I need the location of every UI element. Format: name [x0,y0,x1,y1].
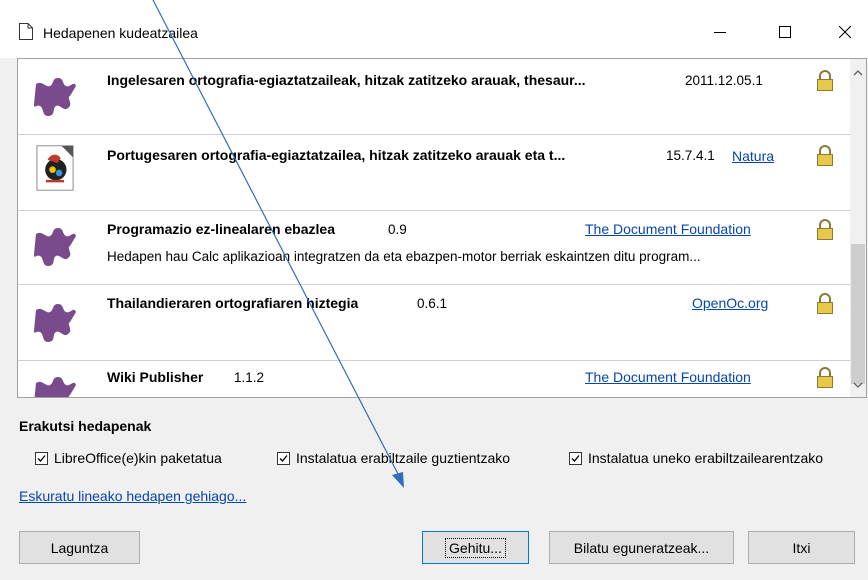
extension-publisher-link[interactable]: Natura [732,148,774,164]
filter-current-user-label: Instalatua uneko erabiltzailearentzako [588,450,824,466]
document-icon [19,23,33,40]
close-icon [839,26,851,38]
rooster-icon [36,145,74,191]
checkmark-icon [37,454,46,462]
help-button[interactable]: Laguntza [19,531,140,564]
extension-list[interactable]: Ingelesaren ortografia-egiaztatzaileak, … [17,58,867,398]
get-more-extensions-link[interactable]: Eskuratu lineako hedapen gehiago... [19,488,246,504]
extension-version: 15.7.4.1 [666,148,715,163]
extension-name: Wiki Publisher [107,369,204,385]
chevron-down-icon [853,382,863,388]
checkbox[interactable] [569,451,582,465]
filter-all-users-label: Instalatua erabiltzaile guztientzako [296,450,511,466]
extension-version: 0.9 [388,222,407,237]
extension-row[interactable]: Portugesaren ortografia-egiaztatzailea, … [18,135,851,211]
close-button-label: Itxi [792,539,811,556]
extension-publisher-link[interactable]: The Document Foundation [585,221,751,237]
scroll-up-button[interactable] [850,65,866,81]
extension-publisher-link[interactable]: OpenOc.org [692,295,768,311]
extension-version: 1.1.2 [234,370,265,385]
extension-row[interactable]: Thailandieraren ortografiaren hiztegia 0… [18,285,851,361]
extension-row[interactable]: Wiki Publisher 1.1.2 The Document Founda… [18,361,851,397]
puzzle-icon [34,228,76,266]
filter-bundled-label: LibreOffice(e)kin paketatua [54,450,222,466]
extension-version: 2011.12.05.1 [685,73,763,88]
close-button[interactable]: Itxi [748,531,855,564]
window-title: Hedapenen kudeatzailea [43,25,198,41]
minimize-button[interactable] [697,14,743,50]
checkbox[interactable] [35,451,48,465]
puzzle-icon [34,78,76,116]
extension-description: Hedapen hau Calc aplikazioan integratzen… [107,249,701,264]
puzzle-icon [34,304,76,342]
filter-bundled-checkbox[interactable]: LibreOffice(e)kin paketatua [35,450,222,466]
extension-name: Portugesaren ortografia-egiaztatzailea, … [107,147,566,163]
lock-icon [817,70,833,91]
puzzle-icon [34,377,76,397]
chevron-up-icon [853,70,863,76]
extension-name: Programazio ez-linealaren ebazlea [107,221,335,237]
check-updates-button[interactable]: Bilatu eguneratzeak... [549,531,734,564]
title-bar: Hedapenen kudeatzailea [0,0,868,58]
extension-version: 0.6.1 [417,296,448,311]
vertical-scrollbar[interactable] [850,59,866,397]
filters-title: Erakutsi hedapenak [19,418,152,434]
maximize-button[interactable] [762,14,808,50]
lock-icon [817,219,833,240]
lock-icon [817,367,833,388]
lock-icon [817,293,833,314]
extension-row[interactable]: Programazio ez-linealaren ebazlea 0.9 Th… [18,211,851,285]
add-button-label: Gehitu... [445,537,506,558]
checkmark-icon [279,454,288,462]
lock-icon [817,145,833,166]
extension-name: Thailandieraren ortografiaren hiztegia [107,295,359,311]
filter-current-user-checkbox[interactable]: Instalatua uneko erabiltzailearentzako [569,450,823,466]
checkbox[interactable] [277,451,290,465]
help-button-label: Laguntza [50,539,109,556]
extension-row[interactable]: Ingelesaren ortografia-egiaztatzaileak, … [18,59,851,135]
maximize-icon [779,26,791,38]
scroll-down-button[interactable] [850,377,866,393]
scroll-thumb[interactable] [851,244,865,384]
extension-publisher-link[interactable]: The Document Foundation [585,369,751,385]
extension-name: Ingelesaren ortografia-egiaztatzaileak, … [107,72,586,88]
close-window-button[interactable] [822,14,868,50]
checkmark-icon [571,454,580,462]
add-button[interactable]: Gehitu... [422,531,529,564]
filter-all-users-checkbox[interactable]: Instalatua erabiltzaile guztientzako [277,450,510,466]
check-updates-button-label: Bilatu eguneratzeak... [573,539,710,556]
minimize-icon [714,32,726,33]
